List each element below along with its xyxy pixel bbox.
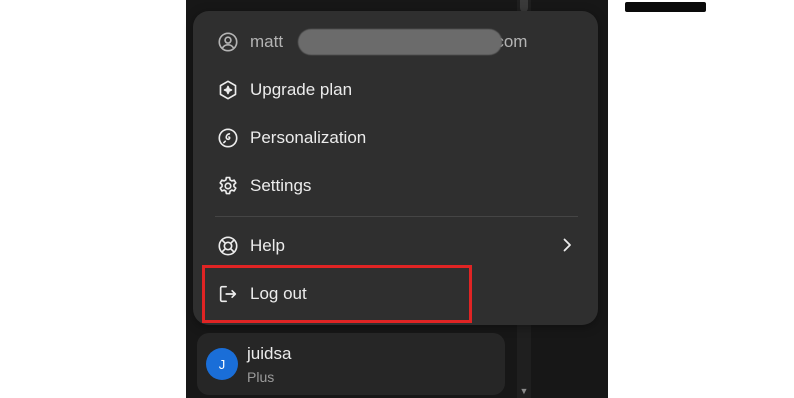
- lifebuoy-icon: [217, 235, 239, 257]
- log-out-item[interactable]: Log out: [193, 272, 598, 316]
- logout-icon: [217, 283, 239, 305]
- personalization-item[interactable]: Personalization: [193, 116, 598, 160]
- scroll-down-arrow-icon[interactable]: ▼: [518, 386, 530, 396]
- log-out-label: Log out: [250, 284, 307, 303]
- chevron-right-icon: [562, 237, 572, 253]
- help-label: Help: [250, 236, 285, 255]
- upgrade-sparkle-icon: [217, 79, 239, 101]
- personalization-icon: [217, 127, 239, 149]
- menu-divider: [215, 216, 578, 217]
- account-menu: mattil.com Upgrade plan Personalization: [193, 11, 598, 325]
- user-profile-button[interactable]: J juidsa Plus: [197, 333, 505, 395]
- upgrade-plan-item[interactable]: Upgrade plan: [193, 68, 598, 112]
- help-item[interactable]: Help: [193, 224, 598, 268]
- settings-item[interactable]: Settings: [193, 164, 598, 208]
- email-prefix: matt: [250, 32, 284, 51]
- personalization-label: Personalization: [250, 128, 367, 147]
- avatar: J: [206, 348, 238, 380]
- account-email-item: matt il.com: [193, 20, 598, 64]
- top-right-bar: [625, 2, 706, 12]
- gear-icon: [217, 175, 239, 197]
- account-email: matt il.com: [250, 29, 527, 55]
- settings-label: Settings: [250, 176, 312, 195]
- upgrade-plan-label: Upgrade plan: [250, 80, 353, 99]
- user-plan: Plus: [247, 369, 275, 385]
- user-circle-icon: [217, 31, 239, 53]
- email-redaction: [298, 29, 502, 55]
- user-name: juidsa: [247, 344, 292, 363]
